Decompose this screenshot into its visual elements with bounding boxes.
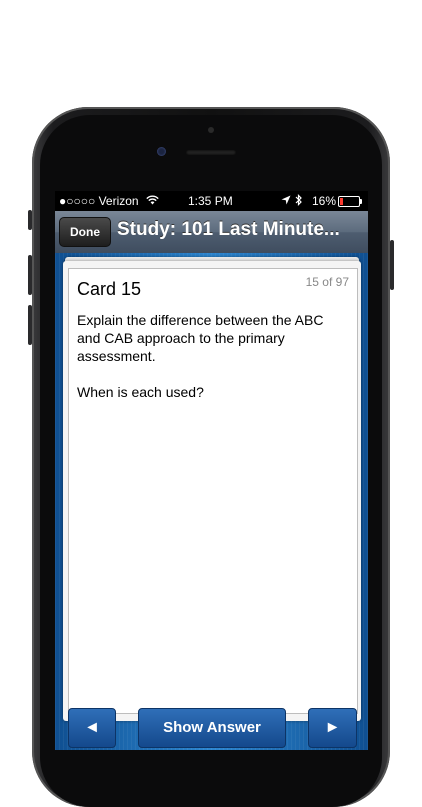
earpiece-speaker xyxy=(186,150,236,155)
power-button xyxy=(390,240,394,290)
location-arrow-icon xyxy=(281,194,291,208)
card-counter: 15 of 97 xyxy=(305,275,349,289)
front-camera xyxy=(157,147,166,156)
done-button[interactable]: Done xyxy=(59,217,111,247)
battery-icon xyxy=(338,196,362,207)
wifi-icon xyxy=(146,194,159,208)
question-paragraph: Explain the difference between the ABC a… xyxy=(77,312,324,364)
show-answer-button[interactable]: Show Answer xyxy=(138,708,286,748)
mute-switch xyxy=(28,210,32,230)
left-arrow-icon: ◄ xyxy=(84,719,100,736)
right-arrow-icon: ► xyxy=(324,719,341,736)
battery-percent: 16% xyxy=(312,194,337,208)
page-title: Study: 101 Last Minute... xyxy=(117,219,340,240)
question-paragraph: When is each used? xyxy=(77,384,204,400)
status-bar: ●○○○○ Verizon 1:35 PM 16% xyxy=(55,191,368,211)
next-card-button[interactable]: ► xyxy=(308,708,357,748)
card-question: Explain the difference between the ABC a… xyxy=(77,311,347,419)
flashcard[interactable]: Card 15 15 of 97 Explain the difference … xyxy=(68,268,358,714)
carrier-label: ●○○○○ Verizon xyxy=(59,194,139,208)
proximity-sensor xyxy=(208,127,214,133)
volume-up-button xyxy=(28,255,32,295)
battery-fill xyxy=(340,198,343,205)
previous-card-button[interactable]: ◄ xyxy=(68,708,116,748)
volume-down-button xyxy=(28,305,32,345)
status-time: 1:35 PM xyxy=(188,194,233,208)
card-title: Card 15 xyxy=(77,279,142,299)
navigation-bar: Done Study: 101 Last Minute... xyxy=(55,211,368,253)
bluetooth-icon xyxy=(295,194,303,209)
screen: ●○○○○ Verizon 1:35 PM 16% Done Study: 10… xyxy=(55,191,368,750)
